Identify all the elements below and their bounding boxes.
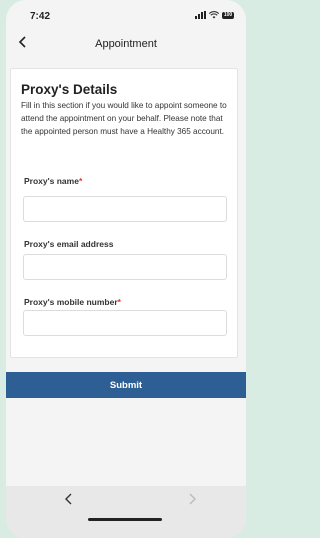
proxy-details-card: Proxy's Details Fill in this section if … [10,68,238,358]
field-label-text: Proxy's name [24,176,79,186]
home-indicator [88,518,162,521]
proxy-name-label: Proxy's name* [24,176,82,186]
wifi-icon [209,11,219,19]
chevron-left-icon [65,493,72,505]
required-marker: * [117,297,121,307]
status-icons: 100 [195,11,234,19]
phone-screen: 7:42 100 Appointment Proxy's Details Fil… [6,0,246,538]
proxy-mobile-input[interactable] [23,310,227,336]
app-header: Appointment [6,32,246,56]
section-description: Fill in this section if you would like t… [21,101,227,136]
signal-icon [195,11,206,19]
proxy-mobile-label: Proxy's mobile number* [24,297,121,307]
proxy-email-label: Proxy's email address [24,239,113,249]
browser-back-button[interactable] [64,493,78,507]
field-label-text: Proxy's mobile number [24,297,118,307]
proxy-email-input[interactable] [23,254,227,280]
status-bar: 7:42 100 [6,0,246,30]
page-title: Appointment [95,38,157,50]
field-label-text: Proxy's email address [24,239,114,249]
browser-forward-button[interactable] [187,493,201,507]
required-marker: * [78,176,83,186]
section-title: Proxy's Details [21,82,118,97]
chevron-right-icon [189,493,196,505]
status-time: 7:42 [30,11,51,22]
submit-button[interactable]: Submit [6,372,246,398]
battery-icon: 100 [222,11,234,19]
proxy-name-input[interactable] [23,196,227,222]
browser-toolbar [6,486,246,538]
